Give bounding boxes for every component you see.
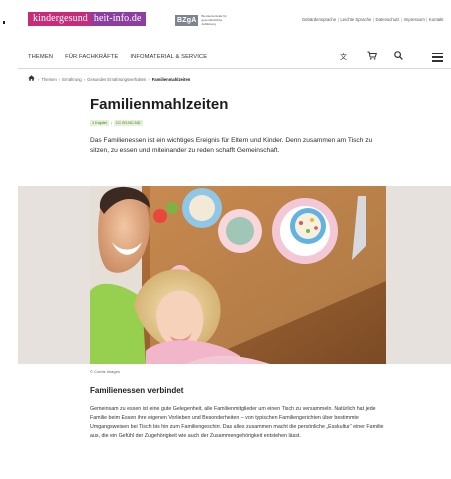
link-impressum[interactable]: Impressum <box>402 17 426 22</box>
search-icon[interactable] <box>394 51 403 63</box>
agency-subtitle: Bundeszentrale für gesundheitliche Aufkl… <box>201 14 227 26</box>
link-kontakt[interactable]: Kontakt <box>427 17 445 22</box>
nav-fachkraefte[interactable]: FÜR FACHKRÄFTE <box>65 54 118 60</box>
article-header: Familienmahlzeiten 1 Kapitel | CC BY-NC-… <box>90 96 386 163</box>
chapter-badge: 1 Kapitel <box>90 120 109 126</box>
article-meta: 1 Kapitel | CC BY-NC-ND <box>90 120 143 126</box>
site-logo[interactable]: kindergesund heit-info.de <box>28 12 147 26</box>
nav-icon-group: 文 <box>340 51 443 63</box>
link-leichte-sprache[interactable]: Leichte Sprache <box>339 17 373 22</box>
service-links: Gebärdensprache | Leichte Sprache | Datens… <box>300 17 445 22</box>
image-credit: © Corbis Images <box>90 369 120 374</box>
page-title: Familienmahlzeiten <box>90 96 229 113</box>
article-section: Familienessen verbindet Gemeinsam zu ess… <box>90 386 390 446</box>
agency-mark: BZgA <box>175 14 199 26</box>
logo-part-2: heit-info.de <box>90 12 147 26</box>
home-icon[interactable] <box>28 75 35 83</box>
breadcrumb-ernaehrungsverhalten[interactable]: Gesundes Ernährungsverhalten <box>87 77 146 82</box>
agency-logo[interactable]: BZgA Bundeszentrale für gesundheitliche … <box>175 14 231 26</box>
top-bar: kindergesund heit-info.de BZgA Bundeszent… <box>18 6 451 28</box>
breadcrumb-current: Familienmahlzeiten <box>151 76 191 82</box>
nav-infomaterial[interactable]: INFOMATERIAL & SERVICE <box>130 54 207 60</box>
svg-text:文: 文 <box>340 52 347 60</box>
page-edge-mark <box>3 21 5 24</box>
license-badge[interactable]: CC BY-NC-ND <box>113 120 143 126</box>
link-datenschutz[interactable]: Datenschutz <box>374 17 401 22</box>
breadcrumb-ernaehrung[interactable]: Ernährung <box>62 77 82 82</box>
logo-part-1: kindergesund <box>28 12 91 26</box>
main-nav: THEMEN FÜR FACHKRÄFTE INFOMATERIAL & SER… <box>18 46 451 69</box>
browser-page: kindergesund heit-info.de BZgA Bundeszent… <box>18 6 451 479</box>
section-title: Familienessen verbindet <box>90 386 184 395</box>
translate-icon[interactable]: 文 <box>340 52 350 63</box>
cart-icon[interactable] <box>367 51 377 63</box>
menu-icon[interactable] <box>432 52 443 62</box>
nav-themen[interactable]: THEMEN <box>28 54 53 60</box>
link-gebaerdensprache[interactable]: Gebärdensprache <box>300 17 337 22</box>
hero-band <box>18 186 451 364</box>
section-body: Gemeinsam zu essen ist eine gute Gelegen… <box>90 406 384 439</box>
family-meal-photo <box>90 186 386 364</box>
breadcrumb: › Themen › Ernährung › Gesundes Ernährun… <box>28 75 192 83</box>
breadcrumb-themen[interactable]: Themen <box>41 77 56 82</box>
intro-text: Das Familienessen ist ein wichtiges Erei… <box>90 137 373 154</box>
